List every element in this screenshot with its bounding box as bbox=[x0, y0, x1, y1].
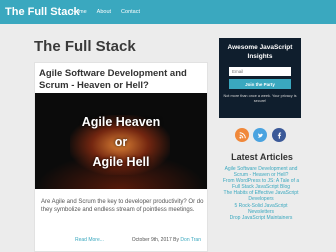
hero-line-1: Agile Heaven bbox=[81, 115, 161, 129]
post-title[interactable]: Agile Software Development and Scrum - H… bbox=[39, 68, 205, 92]
nav-home[interactable]: Home bbox=[72, 9, 87, 15]
page-title: The Full Stack bbox=[34, 38, 136, 55]
post-author-link[interactable]: Don Tran bbox=[180, 237, 201, 243]
navbar: The Full Stack Home About Contact bbox=[0, 0, 336, 24]
rss-icon[interactable] bbox=[235, 128, 249, 142]
twitter-icon[interactable] bbox=[253, 128, 267, 142]
hero-line-2: or bbox=[114, 135, 128, 149]
post-card: Agile Software Development and Scrum - H… bbox=[34, 62, 208, 252]
nav-about[interactable]: About bbox=[97, 9, 111, 15]
read-more-link[interactable]: Read More... bbox=[75, 237, 104, 243]
post-excerpt: Are Agile and Scrum the key to developer… bbox=[41, 199, 204, 213]
join-party-button[interactable]: Join the Party bbox=[229, 79, 291, 89]
hero-line-3: Agile Hell bbox=[92, 155, 150, 169]
post-footer: Read More... October 9th, 2017 By Don Tr… bbox=[35, 235, 207, 245]
facebook-glyph bbox=[277, 131, 281, 139]
facebook-icon[interactable] bbox=[272, 128, 286, 142]
post-meta: October 9th, 2017 By Don Tran bbox=[132, 237, 201, 243]
latest-articles-title: Latest Articles bbox=[231, 152, 293, 162]
nav-contact[interactable]: Contact bbox=[121, 9, 140, 15]
newsletter-box: Awesome JavaScript Insights Join the Par… bbox=[219, 38, 301, 118]
rss-glyph bbox=[238, 131, 246, 139]
post-hero-image[interactable]: Agile Heaven or Agile Hell bbox=[35, 93, 207, 189]
twitter-glyph bbox=[257, 132, 263, 138]
newsletter-note: Not more than once a week. Your privacy … bbox=[223, 94, 297, 103]
newsletter-email-input[interactable] bbox=[229, 67, 291, 76]
brand-logo[interactable]: The Full Stack bbox=[5, 6, 80, 18]
latest-article-link[interactable]: Drop JavaScript Maintainers bbox=[216, 215, 306, 221]
newsletter-title: Awesome JavaScript Insights bbox=[227, 44, 293, 60]
post-date: October 9th, 2017 By bbox=[131, 237, 180, 243]
latest-articles-list: Agile Software Development and Scrum - H… bbox=[216, 166, 306, 221]
